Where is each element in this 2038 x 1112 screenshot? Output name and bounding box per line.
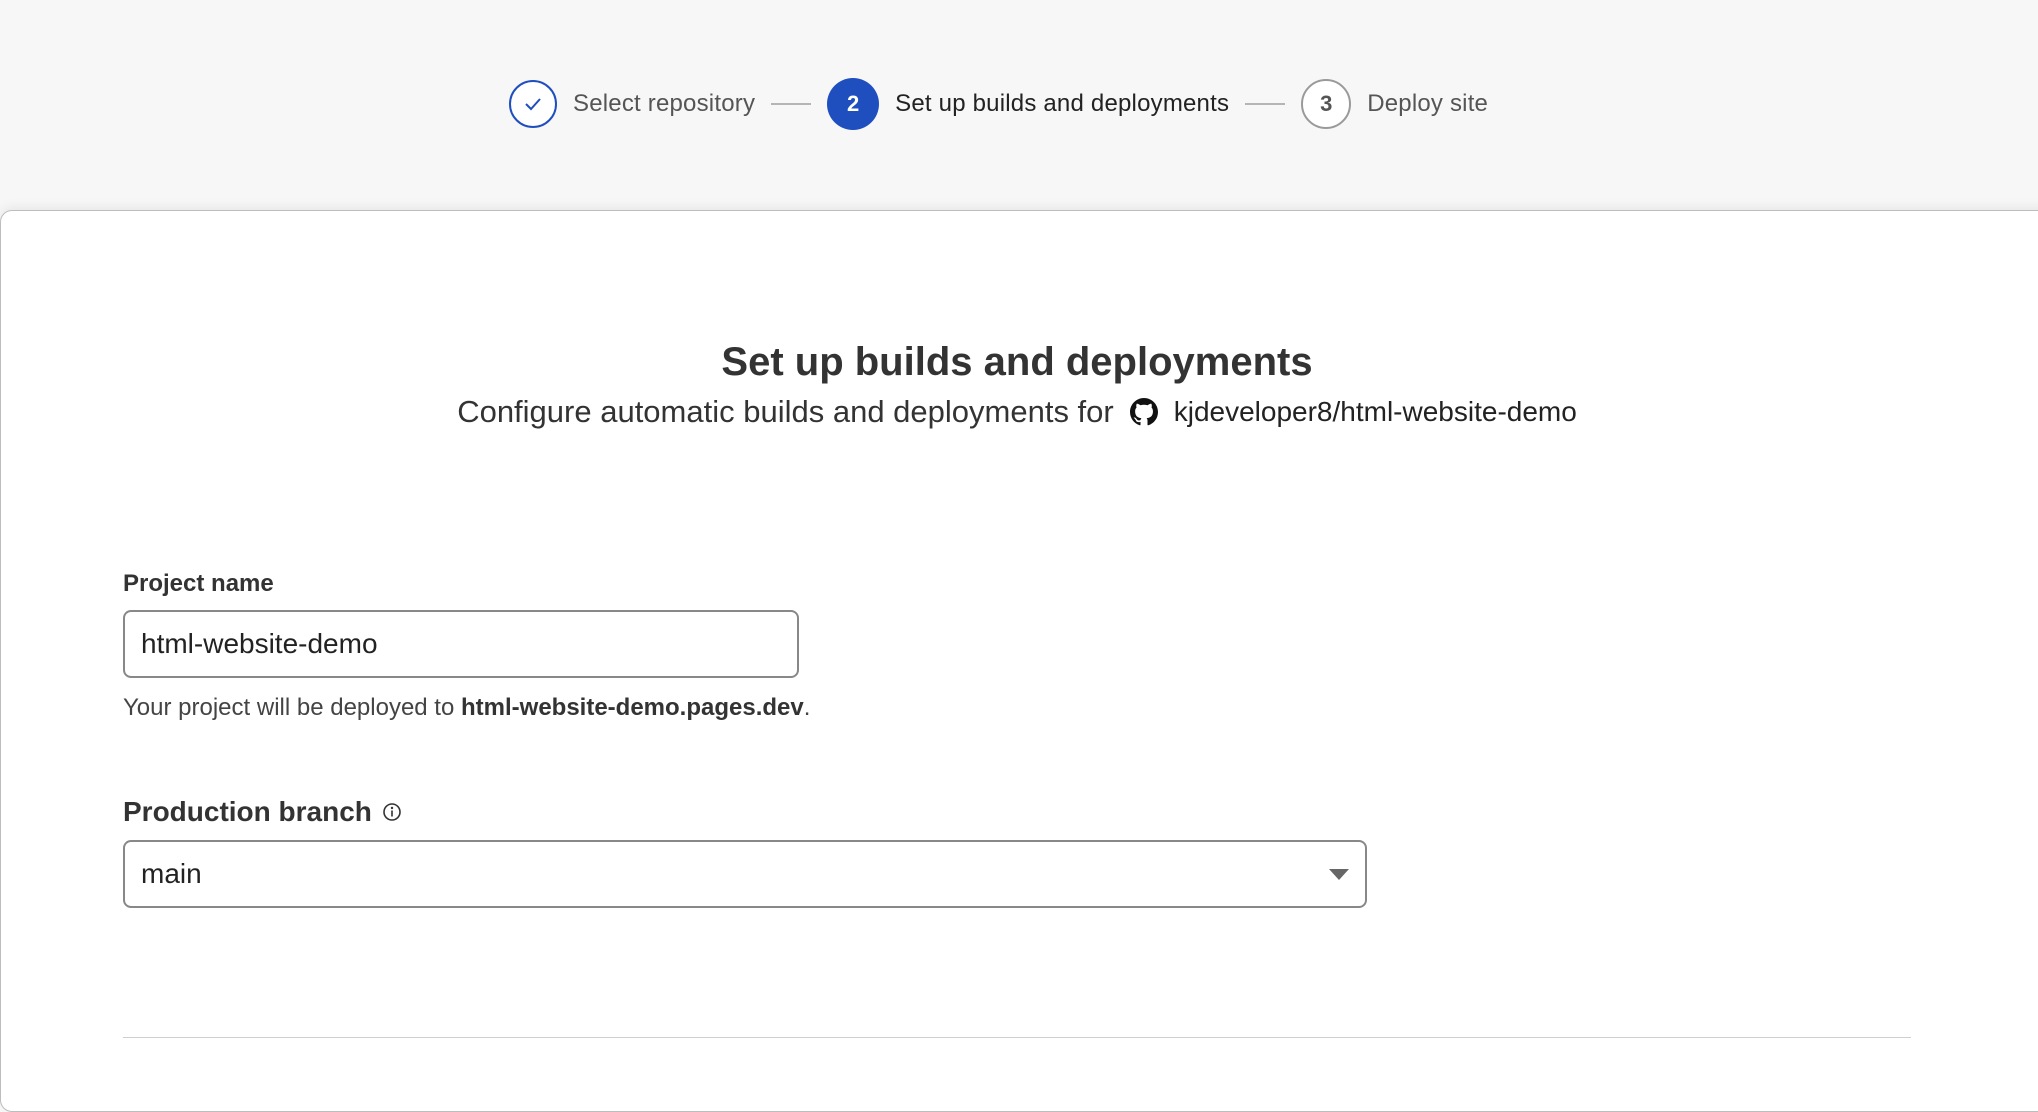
step-label: Select repository [573,90,756,117]
step-number-badge: 2 [827,78,880,130]
chevron-down-icon [1329,869,1349,880]
project-name-input[interactable] [123,610,799,678]
step-number-badge: 3 [1301,79,1352,129]
repo-reference: kjdeveloper8/html-website-demo [1129,396,1577,428]
production-branch-label-row: Production branch [123,796,402,828]
check-icon [525,98,541,111]
production-branch-label: Production branch [123,796,372,827]
helper-text: Your project will be deployed to [123,694,455,721]
step-connector [771,103,812,105]
step-complete-indicator [509,80,557,128]
step-connector [1245,103,1286,105]
selected-branch: main [141,858,202,889]
repo-name: kjdeveloper8/html-website-demo [1173,396,1577,427]
deploy-domain: html-website-demo.pages.dev [461,694,804,721]
step-label: Deploy site [1367,90,1489,117]
github-icon [1129,398,1158,426]
helper-suffix: . [803,694,811,721]
info-icon[interactable] [382,802,402,822]
subtitle-text: Configure automatic builds and deploymen… [457,394,1114,429]
production-branch-select[interactable]: main [123,840,1367,908]
step-setup-builds: 2 Set up builds and deployments [827,78,1229,130]
step-label: Set up builds and deployments [895,90,1230,117]
project-name-label: Project name [123,570,274,597]
page-subtitle: Configure automatic builds and deploymen… [0,394,2034,430]
deploy-url-helper: Your project will be deployed to html-we… [123,694,810,722]
step-select-repository[interactable]: Select repository [509,80,755,128]
section-divider [123,1037,1911,1038]
page-title: Set up builds and deployments [721,340,1313,384]
progress-stepper: Select repository 2 Set up builds and de… [0,0,2038,210]
step-deploy-site: 3 Deploy site [1301,79,1488,129]
